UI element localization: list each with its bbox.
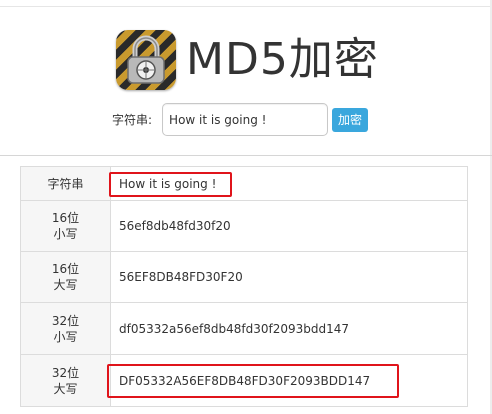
- table-row: 字符串 How it is going !: [20, 166, 468, 201]
- string-input[interactable]: [162, 103, 329, 136]
- row-value: df05332a56ef8db48fd30f2093bdd147: [110, 302, 468, 355]
- input-label: 字符串:: [112, 113, 153, 127]
- row-key: 32位 大写: [20, 354, 111, 407]
- row-value: DF05332A56EF8DB48FD30F2093BDD147: [110, 354, 468, 407]
- row-key: 字符串: [20, 166, 111, 201]
- section-divider: [0, 155, 492, 156]
- row-value: 56EF8DB48FD30F20: [110, 251, 468, 303]
- page-header: MD5加密: [116, 28, 379, 92]
- page-title: MD5加密: [186, 34, 379, 85]
- encrypt-button[interactable]: 加密: [332, 107, 369, 132]
- encrypt-form: 字符串: 加密: [112, 103, 369, 136]
- table-row: 16位 小写 56ef8db48fd30f20: [20, 200, 468, 252]
- row-key: 16位 小写: [20, 200, 111, 252]
- row-key: 16位 大写: [20, 251, 111, 303]
- top-rule: [0, 6, 492, 7]
- row-key: 32位 小写: [20, 302, 111, 355]
- table-row: 32位 小写 df05332a56ef8db48fd30f2093bdd147: [20, 302, 468, 355]
- table-row: 16位 大写 56EF8DB48FD30F20: [20, 251, 468, 303]
- row-value: How it is going !: [110, 166, 468, 201]
- row-value: 56ef8db48fd30f20: [110, 200, 468, 252]
- table-row: 32位 大写 DF05332A56EF8DB48FD30F2093BDD147: [20, 354, 468, 407]
- results-table: 字符串 How it is going ! 16位 小写 56ef8db48fd3…: [20, 166, 468, 407]
- padlock-icon: [116, 30, 176, 90]
